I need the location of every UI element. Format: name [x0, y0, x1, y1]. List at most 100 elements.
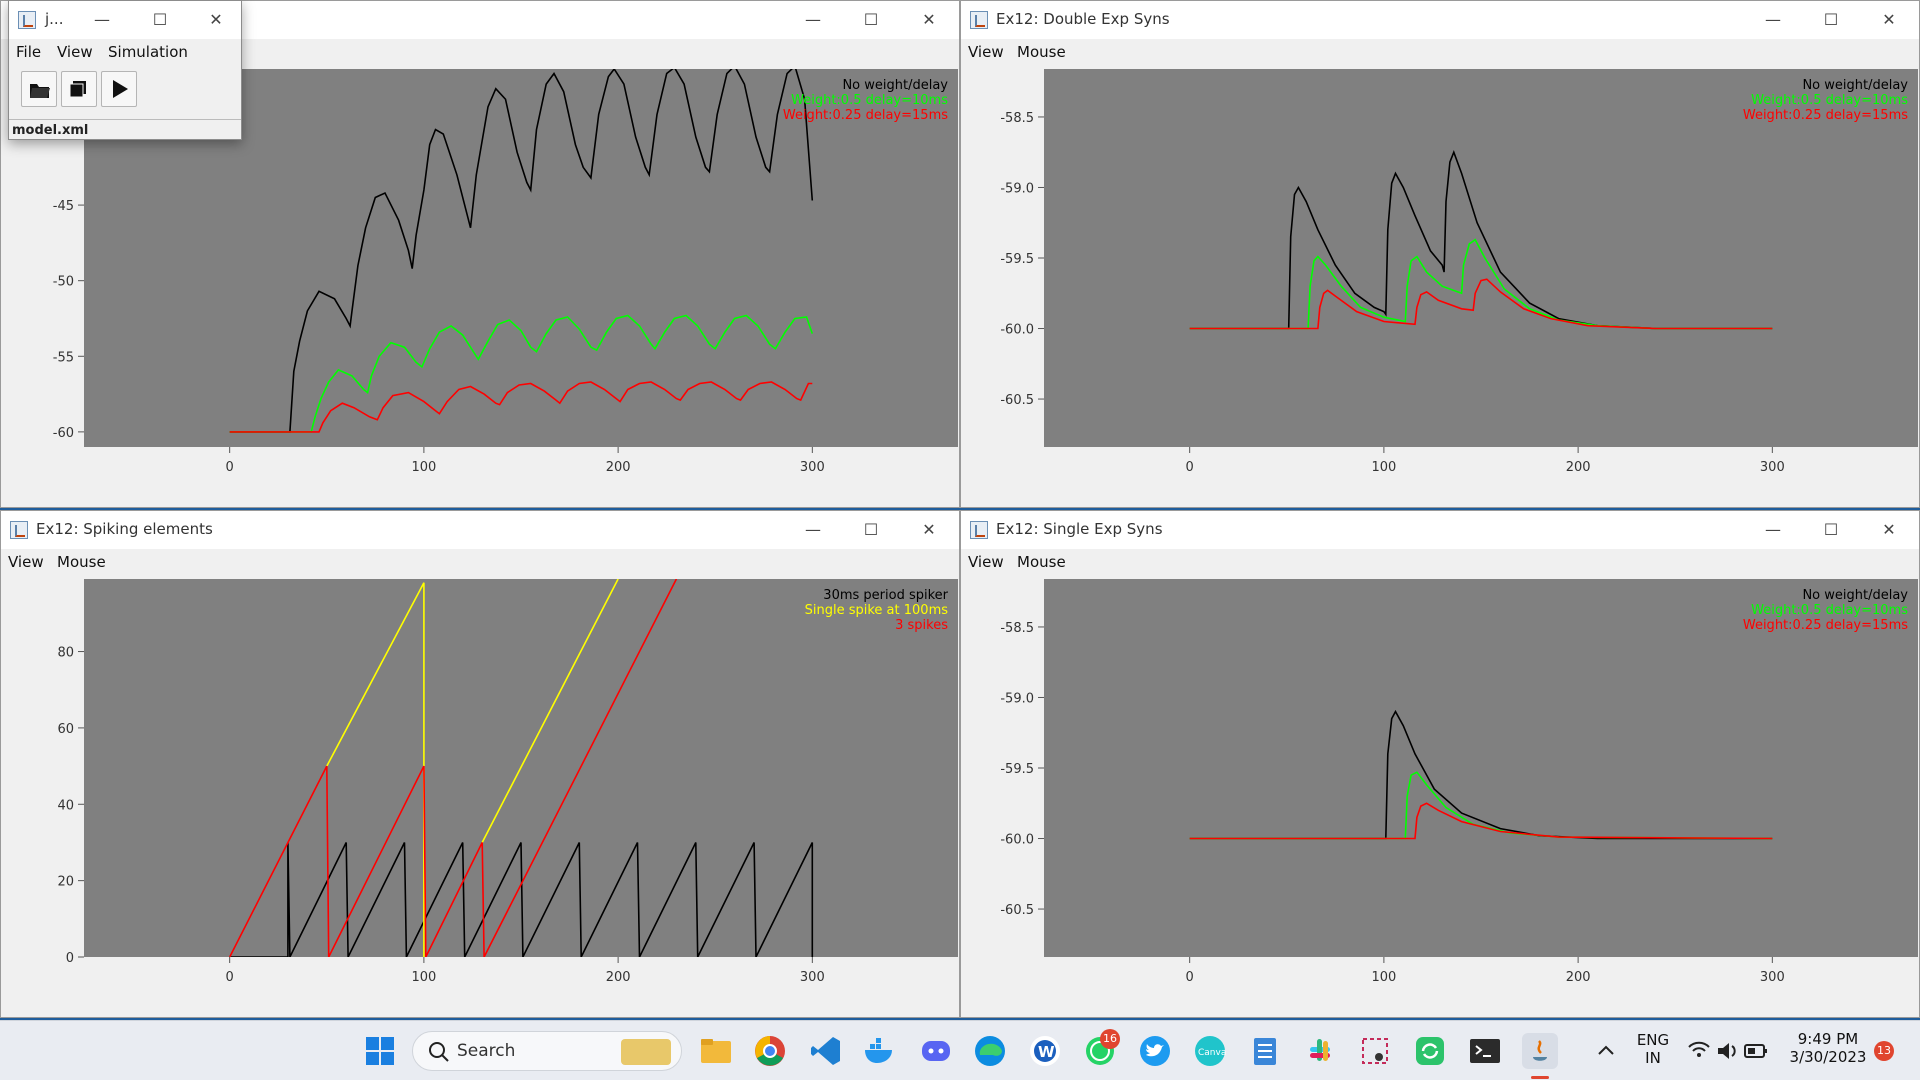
vscode-icon[interactable]: [808, 1033, 844, 1069]
plot-area[interactable]: -60.5 -60.0 -59.5 -59.0 -58.5 0 100 200 300 No we…: [961, 575, 1919, 1017]
minimize-button[interactable]: —: [784, 511, 842, 549]
menu-view[interactable]: View: [968, 553, 1004, 571]
refresh-app-icon[interactable]: [1412, 1033, 1448, 1069]
volume-icon[interactable]: [1714, 1033, 1740, 1069]
y-tick-label: -55: [53, 350, 74, 365]
y-tick-label: -59.0: [1000, 691, 1034, 706]
java-icon[interactable]: [1522, 1033, 1558, 1069]
y-tick-label: -58.5: [1000, 621, 1034, 636]
window-title: j...: [45, 10, 64, 28]
legend-entry: Single spike at 100ms: [805, 603, 949, 618]
close-button[interactable]: ✕: [1860, 1, 1918, 39]
chart-double-exp-syns: -60.5 -60.0 -59.5 -59.0 -58.5 0 100 200 300 No we…: [1000, 69, 1918, 475]
maximize-button[interactable]: ☐: [1802, 1, 1860, 39]
title-bar: Ex12: Spiking elements — ☐ ✕: [1, 511, 959, 549]
chrome-icon[interactable]: [752, 1033, 788, 1069]
svg-text:W: W: [1038, 1043, 1055, 1061]
lang-bottom: IN: [1645, 1049, 1661, 1067]
whatsapp-badge: 16: [1100, 1029, 1120, 1049]
wifi-icon[interactable]: [1686, 1033, 1712, 1069]
file-explorer-icon[interactable]: [698, 1033, 734, 1069]
snipping-tool-icon[interactable]: [1357, 1033, 1393, 1069]
menu-bar: File View Simulation: [9, 39, 241, 65]
maximize-button[interactable]: ☐: [842, 511, 900, 549]
edge-icon[interactable]: [972, 1033, 1008, 1069]
y-tick-label: -50: [53, 275, 74, 290]
menu-mouse[interactable]: Mouse: [1017, 553, 1066, 571]
search-box[interactable]: Search: [412, 1031, 682, 1071]
start-icon[interactable]: [362, 1033, 398, 1069]
discord-icon[interactable]: [918, 1033, 954, 1069]
plot-area[interactable]: 0 20 40 60 80 0 100 200 300 30ms period spiker Sin…: [1, 575, 959, 1017]
menu-view[interactable]: View: [968, 43, 1004, 61]
play-button[interactable]: [101, 71, 137, 107]
x-tick-label: 300: [1760, 460, 1785, 475]
title-bar: j... — ☐ ✕: [9, 1, 241, 39]
notification-badge[interactable]: 13: [1874, 1041, 1894, 1061]
menu-mouse[interactable]: Mouse: [1017, 43, 1066, 61]
menu-simulation[interactable]: Simulation: [108, 43, 188, 61]
java-app-icon: [10, 521, 28, 539]
x-tick-label: 300: [800, 970, 825, 985]
y-tick-label: -45: [53, 199, 74, 214]
toolbar: [13, 69, 239, 109]
java-app-icon: [970, 11, 988, 29]
plot-area[interactable]: -60.5 -60.0 -59.5 -59.0 -58.5 0 100 200 300 No we…: [961, 65, 1919, 507]
x-tick-label: 100: [411, 970, 436, 985]
x-tick-label: 0: [226, 970, 234, 985]
java-app-icon: [970, 521, 988, 539]
docker-icon[interactable]: [862, 1033, 898, 1069]
y-tick-label: -59.5: [1000, 762, 1034, 777]
y-tick-label: -59.5: [1000, 252, 1034, 267]
legend-entry: No weight/delay: [1802, 588, 1908, 603]
language-indicator[interactable]: ENG IN: [1630, 1031, 1676, 1067]
x-tick-label: 0: [1186, 970, 1194, 985]
y-tick-label: -60.0: [1000, 833, 1034, 848]
maximize-button[interactable]: ☐: [842, 1, 900, 39]
menu-mouse[interactable]: Mouse: [57, 553, 106, 571]
y-tick-label: 60: [57, 722, 74, 737]
x-tick-label: 0: [226, 460, 234, 475]
slack-icon[interactable]: [1302, 1033, 1338, 1069]
terminal-icon[interactable]: [1467, 1033, 1503, 1069]
x-tick-label: 100: [1371, 460, 1396, 475]
minimize-button[interactable]: —: [73, 1, 131, 39]
menu-view[interactable]: View: [8, 553, 44, 571]
legend-entry: Weight:0.25 delay=15ms: [1743, 618, 1908, 633]
close-button[interactable]: ✕: [900, 1, 958, 39]
java-active-indicator: [1531, 1076, 1549, 1079]
x-tick-label: 200: [1566, 970, 1591, 985]
minimize-button[interactable]: —: [1744, 1, 1802, 39]
maximize-button[interactable]: ☐: [1802, 511, 1860, 549]
menu-view[interactable]: View: [57, 43, 93, 61]
open-folder-button[interactable]: [21, 71, 57, 107]
twitter-icon[interactable]: [1137, 1033, 1173, 1069]
window-single-exp-syns: Ex12: Single Exp Syns — ☐ ✕ View Mouse -…: [960, 510, 1920, 1018]
show-hidden-icons[interactable]: [1588, 1033, 1624, 1069]
x-tick-label: 200: [1566, 460, 1591, 475]
menu-file[interactable]: File: [16, 43, 41, 61]
maximize-button[interactable]: ☐: [131, 1, 189, 39]
battery-icon[interactable]: [1742, 1033, 1770, 1069]
svg-text:Canva: Canva: [1198, 1048, 1226, 1058]
stop-button[interactable]: [61, 71, 97, 107]
notepad-icon[interactable]: [1247, 1033, 1283, 1069]
close-button[interactable]: ✕: [187, 1, 245, 39]
close-button[interactable]: ✕: [900, 511, 958, 549]
taskbar: Search W 16 Canva ENG IN 9:49 PM 3/30/20…: [0, 1020, 1920, 1080]
x-tick-label: 300: [800, 460, 825, 475]
canva-icon[interactable]: Canva: [1192, 1033, 1228, 1069]
window-spiking-elements: Ex12: Spiking elements — ☐ ✕ View Mouse …: [0, 510, 960, 1018]
minimize-button[interactable]: —: [784, 1, 842, 39]
legend-entry: No weight/delay: [1802, 78, 1908, 93]
legend-entry: 3 spikes: [895, 618, 948, 633]
clock[interactable]: 9:49 PM 3/30/2023: [1778, 1030, 1878, 1066]
chart-spiking-elements: 0 20 40 60 80 0 100 200 300 30ms period spikerSin…: [57, 579, 958, 985]
clock-time: 9:49 PM: [1797, 1030, 1859, 1048]
close-button[interactable]: ✕: [1860, 511, 1918, 549]
legend-entry: Weight:0.25 delay=15ms: [1743, 108, 1908, 123]
y-tick-label: -60.0: [1000, 323, 1034, 338]
word-icon[interactable]: W: [1027, 1033, 1063, 1069]
minimize-button[interactable]: —: [1744, 511, 1802, 549]
legend-entry: 30ms period spiker: [823, 588, 948, 603]
